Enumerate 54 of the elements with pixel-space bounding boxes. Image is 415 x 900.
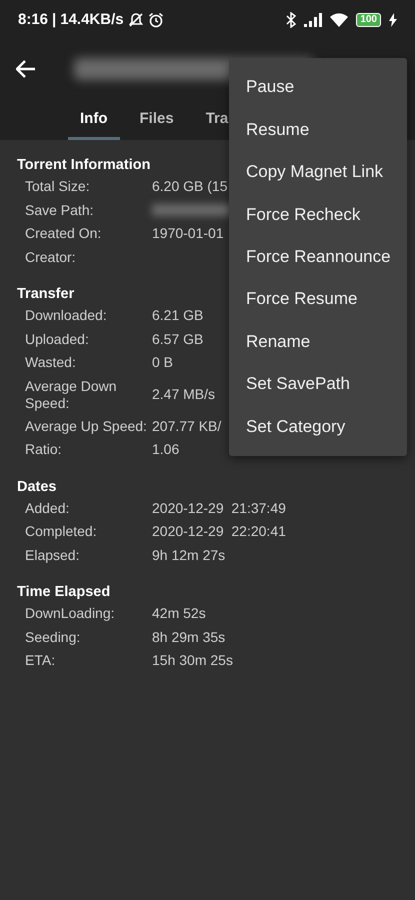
menu-item[interactable]: Set Category <box>229 405 407 448</box>
field-label: Wasted: <box>25 353 77 372</box>
charging-icon <box>389 13 397 27</box>
field-value: 8h 29m 35s <box>152 628 226 646</box>
alarm-icon <box>148 12 164 28</box>
field-value: 2020-12-29 21:37:49 <box>152 498 286 518</box>
field-label: Save Path: <box>25 200 94 220</box>
field-value: 6.20 GB (15 <box>152 177 228 196</box>
field-value: 2020-12-29 22:20:41 <box>152 522 286 541</box>
tab[interactable]: Info <box>68 98 120 140</box>
field-value: 15h 30m 25s <box>152 651 233 670</box>
field-label: Added: <box>25 498 70 518</box>
wifi-icon <box>330 13 348 27</box>
section-heading: Torrent Information <box>17 156 150 175</box>
menu-item[interactable]: Force Reannounce <box>229 236 407 278</box>
section-heading: Transfer <box>17 285 74 304</box>
field-label: Completed: <box>25 522 98 541</box>
section-heading: Dates <box>17 478 56 496</box>
field-value: 1970-01-01 <box>152 224 224 243</box>
field-value: 1.06 <box>152 440 180 459</box>
separator: | <box>52 10 56 30</box>
field-label: Downloaded: <box>25 306 108 325</box>
menu-item[interactable]: Force Resume <box>229 278 407 320</box>
menu-item[interactable]: Copy Magnet Link <box>229 150 407 194</box>
tab[interactable]: Files <box>128 98 186 140</box>
field-label: Average Down Speed: <box>25 376 118 413</box>
battery-indicator: 100 <box>356 13 381 27</box>
menu-item[interactable]: Rename <box>229 320 407 363</box>
field-value: 207.77 KB/ <box>152 416 222 436</box>
field-value: 6.21 GB <box>152 306 204 325</box>
field-label: DownLoading: <box>25 604 116 623</box>
field-value: 6.57 GB <box>152 330 204 348</box>
field-value: 0 B <box>152 353 174 372</box>
field-label: Elapsed: <box>25 546 80 565</box>
bluetooth-icon <box>286 12 296 28</box>
clock: 8:16 <box>18 10 48 30</box>
field-value: 2.47 MB/s <box>152 384 216 404</box>
muted-bell-icon <box>128 12 144 28</box>
field-label: ETA: <box>25 651 56 670</box>
menu-item[interactable]: Set SavePath <box>229 362 407 406</box>
field-value: 42m 52s <box>152 604 206 623</box>
field-label: Uploaded: <box>25 330 90 349</box>
field-label: Total Size: <box>25 177 91 196</box>
field-label: Average Up Speed: <box>25 416 148 436</box>
field-label: Ratio: <box>25 440 63 459</box>
back-arrow-icon[interactable] <box>16 60 36 78</box>
field-label: Creator: <box>25 248 77 266</box>
field-label: Seeding: <box>25 628 82 647</box>
field-value: 9h 12m 27s <box>152 546 226 564</box>
signal-icon <box>304 13 322 27</box>
network-speed: 14.4KB/s <box>60 10 124 30</box>
field-label: Created On: <box>25 224 102 243</box>
menu-item[interactable]: Force Recheck <box>229 193 407 236</box>
section-heading: Time Elapsed <box>17 583 110 602</box>
